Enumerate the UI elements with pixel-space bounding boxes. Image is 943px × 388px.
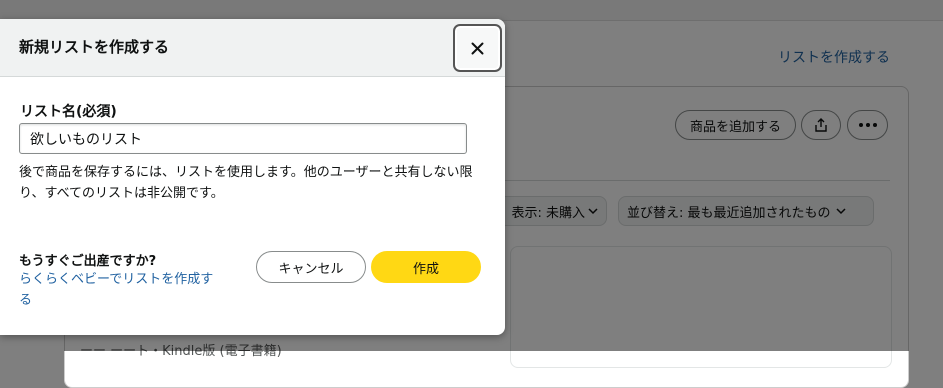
list-name-label: リスト名(必須) (20, 104, 117, 120)
create-label: 作成 (412, 261, 439, 277)
baby-registry-question: もうすぐご出産ですか? (19, 254, 157, 269)
baby-registry-link[interactable]: らくらくベビーでリストを作成する (19, 269, 219, 311)
dialog-header: 新規リストを作成する (0, 19, 505, 77)
create-button[interactable]: 作成 (371, 251, 481, 283)
cancel-label: キャンセル (278, 261, 344, 277)
cancel-button[interactable]: キャンセル (256, 251, 366, 283)
help-text: 後で商品を保存するには、リストを使用します。他のユーザーと共有しない限り、すべて… (19, 165, 473, 201)
close-button[interactable] (453, 24, 502, 72)
close-icon (471, 42, 484, 54)
list-name-input[interactable] (19, 123, 467, 154)
dialog-title: 新規リストを作成する (19, 38, 170, 56)
create-list-dialog: 新規リストを作成する リスト名(必須) 後で商品を保存するには、リストを使用しま… (0, 19, 505, 335)
